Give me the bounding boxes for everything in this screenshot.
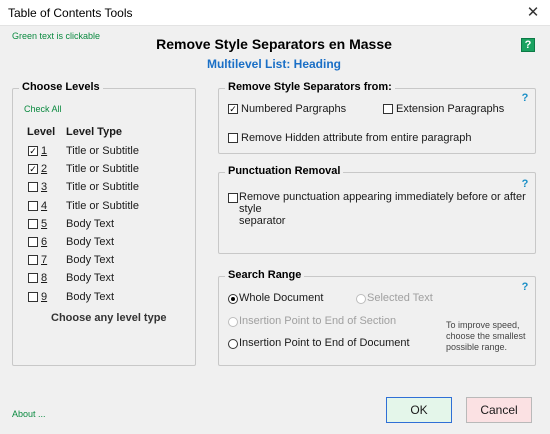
level-9-number[interactable]: 9 <box>41 291 47 303</box>
level-4-number[interactable]: 4 <box>41 200 47 212</box>
numbered-paragraphs-checkbox[interactable] <box>228 104 238 114</box>
multilevel-list-subtitle: Multilevel List: Heading <box>206 57 341 71</box>
main-help-icon[interactable]: ? <box>521 38 535 52</box>
remove-punctuation-label-line1: Remove punctuation appearing immediately… <box>239 191 526 215</box>
level-type-column-header: Level Type <box>66 126 123 138</box>
level-7-number[interactable]: 7 <box>41 254 47 266</box>
remove-punctuation-checkbox[interactable] <box>228 193 238 203</box>
level-8-type: Body Text <box>66 272 115 285</box>
check-all-link[interactable]: Check All <box>24 104 62 114</box>
punctuation-help-icon[interactable]: ? <box>518 177 532 191</box>
tip-line-1: To improve speed, <box>446 320 520 330</box>
level-6-number[interactable]: 6 <box>41 236 47 248</box>
whole-document-radio[interactable] <box>228 294 238 304</box>
level-column-header: Level <box>27 126 56 138</box>
selected-text-label: Selected Text <box>367 292 433 304</box>
insertion-point-section-radio <box>228 317 238 327</box>
level-5-checkbox[interactable] <box>28 218 38 229</box>
insertion-point-document-label[interactable]: Insertion Point to End of Document <box>239 337 410 349</box>
remove-from-legend: Remove Style Separators from: <box>225 81 395 93</box>
level-8-number[interactable]: 8 <box>41 272 47 284</box>
search-range-tip: To improve speed, choose the smallest po… <box>446 320 526 353</box>
level-6-checkbox[interactable] <box>28 237 38 247</box>
level-1-type: Title or Subtitle <box>66 145 139 157</box>
remove-from-group: Remove Style Separators from: <box>218 81 536 154</box>
level-1-number[interactable]: 1 <box>41 145 47 157</box>
remove-punctuation-label[interactable]: Remove punctuation appearing immediately… <box>239 191 550 227</box>
cancel-button[interactable]: Cancel <box>466 397 532 423</box>
level-6-type: Body Text <box>66 236 115 248</box>
remove-hidden-checkbox[interactable] <box>228 133 238 143</box>
level-3-number[interactable]: 3 <box>41 181 47 193</box>
level-1-checkbox[interactable] <box>28 146 38 156</box>
numbered-paragraphs-label[interactable]: Numbered Pargraphs <box>241 103 346 115</box>
choose-levels-legend: Choose Levels <box>19 81 103 93</box>
title-bar: Table of Contents Tools ✕ <box>0 0 550 26</box>
about-link[interactable]: About ... <box>12 409 46 419</box>
page-title: Remove Style Separators en Masse <box>156 36 392 52</box>
remove-hidden-label[interactable]: Remove Hidden attribute from entire para… <box>241 132 472 144</box>
search-range-legend: Search Range <box>225 269 305 281</box>
level-2-checkbox[interactable] <box>28 164 38 175</box>
level-9-type: Body Text <box>66 290 115 303</box>
level-7-type: Body Text <box>66 254 115 267</box>
ok-button[interactable]: OK <box>386 397 452 423</box>
extension-paragraphs-checkbox[interactable] <box>383 104 393 114</box>
extension-paragraphs-label[interactable]: Extension Paragraphs <box>396 103 504 115</box>
level-8-checkbox[interactable] <box>28 273 38 284</box>
level-7-checkbox[interactable] <box>28 255 38 266</box>
level-4-type: Title or Subtitle <box>66 199 139 212</box>
tip-line-3: possible range. <box>446 342 508 352</box>
level-2-number[interactable]: 2 <box>41 163 47 175</box>
level-5-number[interactable]: 5 <box>41 218 47 230</box>
close-icon[interactable]: ✕ <box>516 0 550 26</box>
level-3-type: Title or Subtitle <box>66 181 139 194</box>
level-2-type: Title or Subtitle <box>66 163 139 176</box>
level-9-checkbox[interactable] <box>28 291 38 302</box>
punctuation-removal-legend: Punctuation Removal <box>225 165 344 177</box>
choose-any-level-type-text: Choose any level type <box>51 312 167 324</box>
remove-from-help-icon[interactable]: ? <box>518 91 532 105</box>
whole-document-label[interactable]: Whole Document <box>239 292 323 304</box>
level-5-type: Body Text <box>66 217 115 230</box>
remove-punctuation-label-line2: separator <box>239 215 286 227</box>
insertion-point-section-label: Insertion Point to End of Section <box>239 315 397 327</box>
level-4-checkbox[interactable] <box>28 200 38 211</box>
insertion-point-document-radio[interactable] <box>228 339 238 349</box>
search-range-help-icon[interactable]: ? <box>518 280 532 294</box>
tip-line-2: choose the smallest <box>446 331 526 341</box>
window-title: Table of Contents Tools <box>8 6 133 20</box>
selected-text-radio <box>356 294 366 304</box>
level-3-checkbox[interactable] <box>28 182 38 193</box>
